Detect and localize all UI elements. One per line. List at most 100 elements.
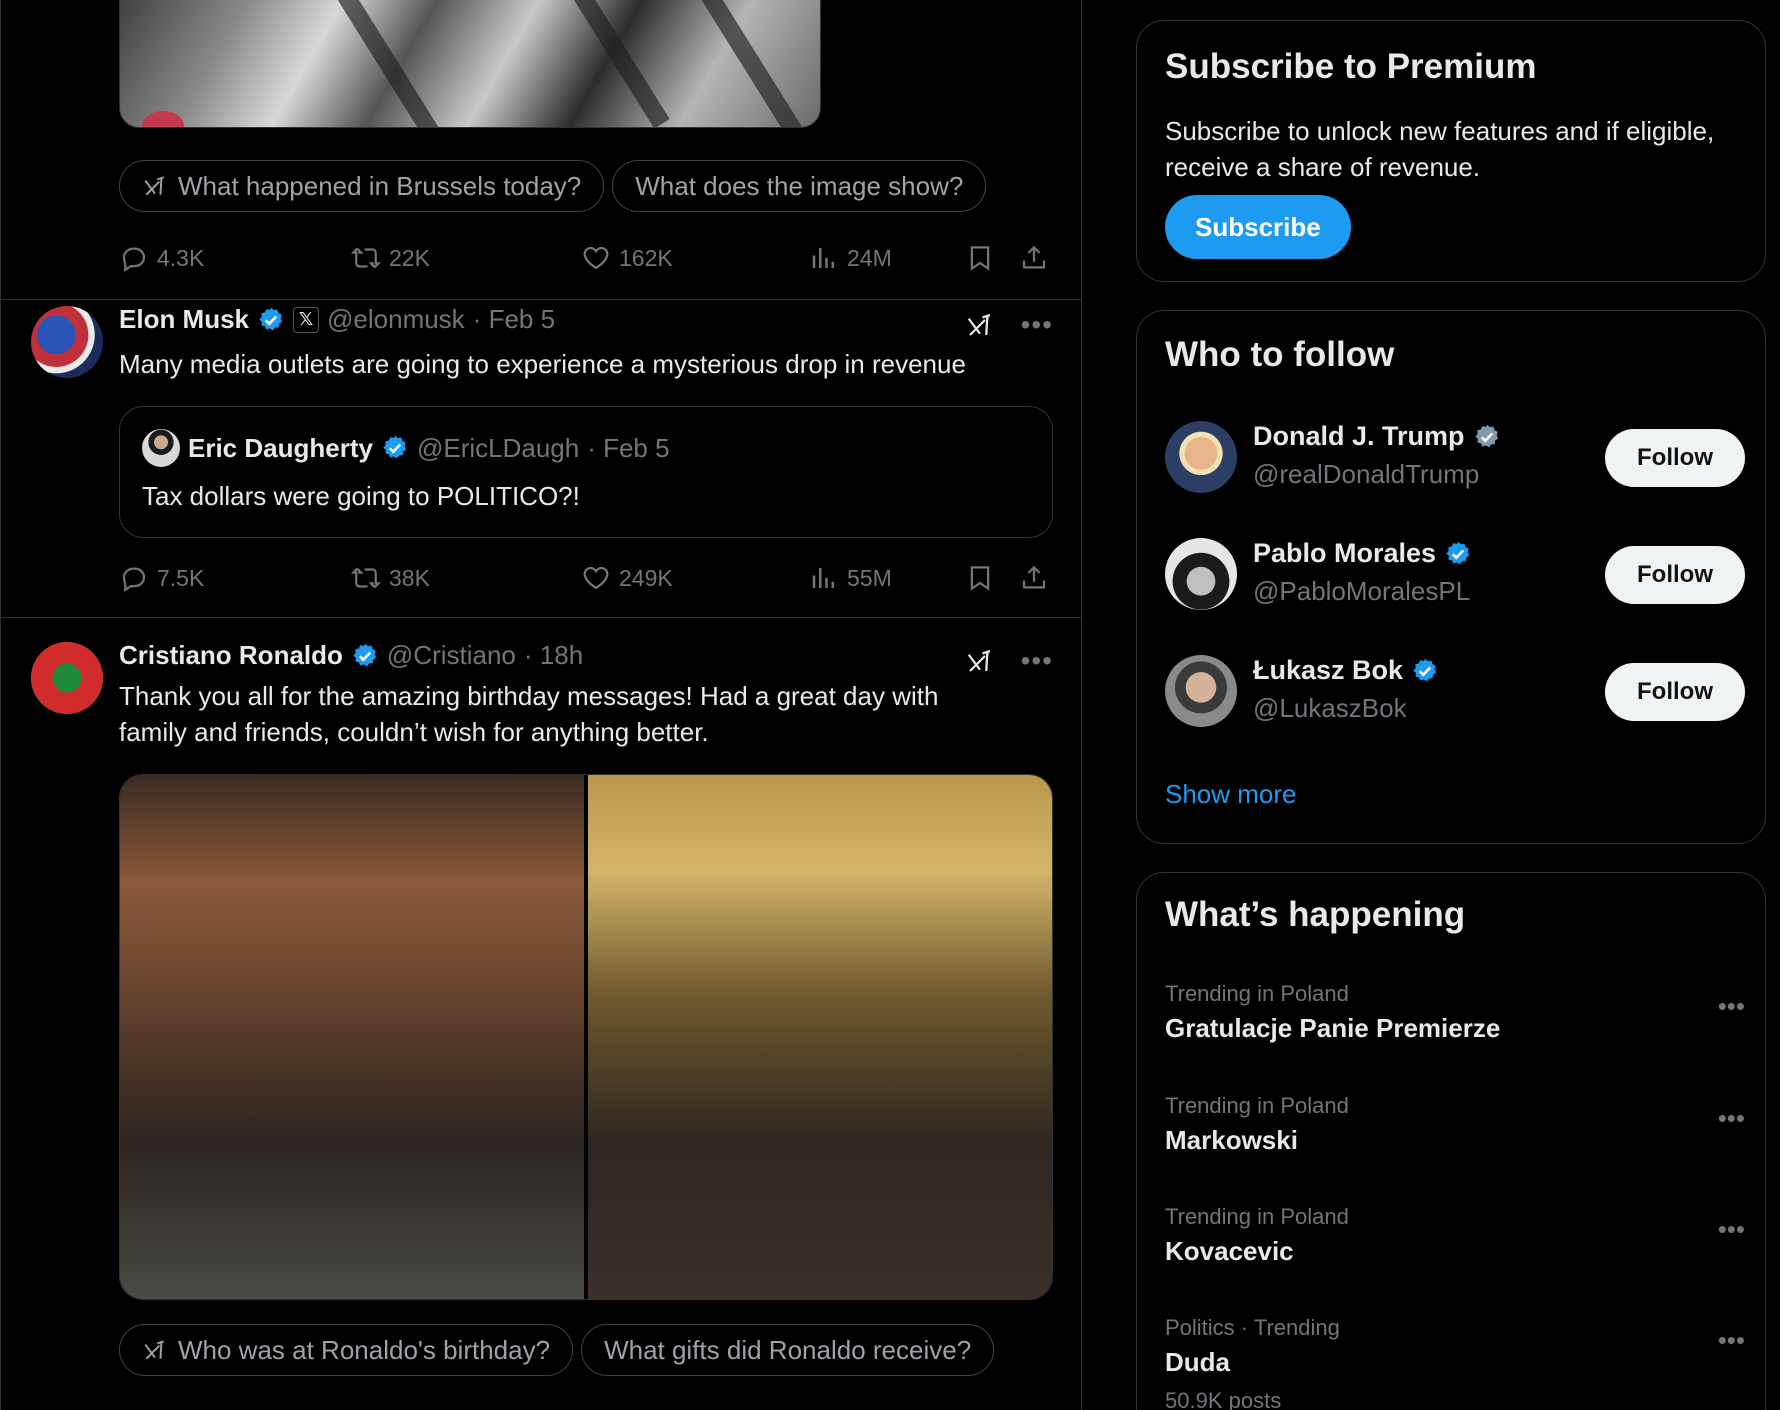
grok-icon bbox=[142, 173, 168, 199]
tweet-header: Cristiano Ronaldo @Cristiano · 18h bbox=[119, 640, 583, 671]
views-icon bbox=[809, 563, 839, 593]
bookmark-icon bbox=[965, 243, 995, 273]
grok-suggestion-chip[interactable]: What gifts did Ronaldo receive? bbox=[581, 1324, 995, 1376]
follow-suggestion[interactable]: Pablo Morales @PabloMoralesPL Follow bbox=[1165, 538, 1745, 618]
trend-post-count: 50.9K posts bbox=[1165, 1388, 1282, 1410]
bookmark-icon bbox=[965, 563, 995, 593]
who-to-follow-title: Who to follow bbox=[1165, 335, 1395, 374]
bookmark-button[interactable] bbox=[965, 558, 995, 598]
grok-suggestion-chip[interactable]: What happened in Brussels today? bbox=[119, 160, 605, 212]
chip-label: What gifts did Ronaldo receive? bbox=[604, 1334, 972, 1365]
reply-button[interactable] bbox=[119, 1402, 149, 1410]
grok-suggestion-chip[interactable]: Who was at Ronaldo's birthday? bbox=[119, 1324, 574, 1376]
like-count: 162K bbox=[619, 244, 673, 271]
follow-button[interactable]: Follow bbox=[1605, 663, 1745, 721]
follow-suggestion[interactable]: Donald J. Trump @realDonaldTrump Follow bbox=[1165, 421, 1745, 501]
tweet[interactable]: Elon Musk 𝕏 @elonmusk · Feb 5 ••• Many m… bbox=[1, 282, 1081, 618]
bookmark-button[interactable] bbox=[965, 238, 995, 278]
trend-context: Trending in Poland bbox=[1165, 1204, 1349, 1229]
account-handle: @PabloMoralesPL bbox=[1253, 576, 1471, 606]
views-button[interactable] bbox=[809, 1402, 839, 1410]
quoted-tweet-text: Tax dollars were going to POLITICO?! bbox=[142, 481, 580, 511]
follow-suggestion[interactable]: Łukasz Bok @LukaszBok Follow bbox=[1165, 655, 1745, 735]
whats-happening-title: What’s happening bbox=[1165, 895, 1466, 934]
reply-count: 7.5K bbox=[157, 564, 205, 591]
author-handle[interactable]: @elonmusk bbox=[327, 304, 465, 335]
more-options-icon[interactable]: ••• bbox=[1718, 1325, 1745, 1356]
tweet-photo[interactable] bbox=[120, 775, 584, 1299]
author-handle[interactable]: @Cristiano bbox=[387, 640, 516, 671]
grok-icon[interactable] bbox=[965, 310, 995, 340]
share-icon bbox=[1019, 243, 1049, 273]
account-name: Donald J. Trump bbox=[1253, 421, 1465, 451]
trend-topic: Gratulacje Panie Premierze bbox=[1165, 1013, 1501, 1043]
more-options-icon[interactable]: ••• bbox=[1718, 1103, 1745, 1134]
like-button[interactable] bbox=[581, 1402, 611, 1410]
grok-suggestions: Who was at Ronaldo's birthday? What gift… bbox=[119, 1324, 995, 1376]
tweet-actions bbox=[119, 1402, 1051, 1410]
chip-label: What happened in Brussels today? bbox=[178, 170, 582, 201]
tweet-text-line: family and friends, couldn’t wish for an… bbox=[119, 717, 709, 747]
trend-item[interactable]: Trending in Poland Gratulacje Panie Prem… bbox=[1165, 981, 1745, 1044]
reply-button[interactable]: 7.5K bbox=[119, 558, 204, 598]
tweet-top-actions: ••• bbox=[965, 646, 1053, 676]
tweet-text-line: Thank you all for the amazing birthday m… bbox=[119, 681, 939, 711]
tweet-image[interactable] bbox=[119, 0, 821, 128]
account-name: Łukasz Bok bbox=[1253, 655, 1404, 685]
repost-button[interactable]: 38K bbox=[351, 558, 430, 598]
like-button[interactable]: 162K bbox=[581, 238, 673, 278]
quoted-author-name[interactable]: Eric Daugherty bbox=[188, 433, 373, 464]
trend-item[interactable]: Trending in Poland Markowski ••• bbox=[1165, 1093, 1745, 1156]
views-button[interactable]: 55M bbox=[809, 558, 892, 598]
tweet-time[interactable]: · Feb 5 bbox=[473, 304, 555, 335]
tweet[interactable]: Cristiano Ronaldo @Cristiano · 18h ••• T… bbox=[1, 618, 1081, 1410]
subscribe-button[interactable]: Subscribe bbox=[1165, 195, 1351, 259]
avatar[interactable] bbox=[1165, 538, 1237, 610]
share-button[interactable] bbox=[1019, 238, 1049, 278]
chip-label: What does the image show? bbox=[635, 170, 964, 201]
reply-icon bbox=[119, 243, 149, 273]
avatar[interactable] bbox=[31, 306, 103, 378]
grok-suggestion-chip[interactable]: What does the image show? bbox=[612, 160, 987, 212]
follow-button[interactable]: Follow bbox=[1605, 546, 1745, 604]
repost-count: 22K bbox=[389, 244, 430, 271]
tweet-photo[interactable] bbox=[588, 775, 1052, 1299]
more-options-icon[interactable]: ••• bbox=[1021, 647, 1053, 675]
avatar[interactable] bbox=[142, 429, 180, 467]
author-name[interactable]: Cristiano Ronaldo bbox=[119, 640, 343, 671]
affiliate-badge-icon: 𝕏 bbox=[293, 306, 320, 333]
avatar[interactable] bbox=[31, 642, 103, 714]
trend-topic: Duda bbox=[1165, 1347, 1230, 1377]
grok-icon[interactable] bbox=[965, 646, 995, 676]
repost-button[interactable]: 22K bbox=[351, 238, 430, 278]
suggestion-name: Łukasz Bok bbox=[1253, 655, 1439, 686]
author-name[interactable]: Elon Musk bbox=[119, 304, 249, 335]
reply-button[interactable]: 4.3K bbox=[119, 238, 204, 278]
more-options-icon[interactable]: ••• bbox=[1718, 1214, 1745, 1245]
view-count: 55M bbox=[847, 564, 892, 591]
tweet-text: Many media outlets are going to experien… bbox=[119, 349, 966, 379]
more-options-icon[interactable]: ••• bbox=[1718, 991, 1745, 1022]
trend-item[interactable]: Trending in Poland Kovacevic ••• bbox=[1165, 1204, 1745, 1267]
avatar[interactable] bbox=[1165, 655, 1237, 727]
tweet-time[interactable]: · 18h bbox=[524, 640, 583, 671]
heart-icon bbox=[581, 563, 611, 593]
repost-button[interactable] bbox=[351, 1402, 381, 1410]
trend-item[interactable]: Politics · Trending Duda 50.9K posts ••• bbox=[1165, 1315, 1745, 1410]
views-button[interactable]: 24M bbox=[809, 238, 892, 278]
follow-button[interactable]: Follow bbox=[1605, 429, 1745, 487]
premium-card: Subscribe to Premium Subscribe to unlock… bbox=[1136, 20, 1766, 282]
timeline-feed: What happened in Brussels today? What do… bbox=[0, 0, 1082, 1410]
quoted-tweet-time: · Feb 5 bbox=[587, 432, 670, 463]
quoted-author-handle[interactable]: @EricLDaugh bbox=[417, 433, 579, 464]
avatar[interactable] bbox=[1165, 421, 1237, 493]
share-icon bbox=[1019, 563, 1049, 593]
like-button[interactable]: 249K bbox=[581, 558, 673, 598]
tweet[interactable]: What happened in Brussels today? What do… bbox=[1, 0, 1081, 300]
share-button[interactable] bbox=[1019, 558, 1049, 598]
view-count: 24M bbox=[847, 244, 892, 271]
trend-topic: Markowski bbox=[1165, 1125, 1298, 1155]
more-options-icon[interactable]: ••• bbox=[1021, 311, 1053, 339]
show-more-link[interactable]: Show more bbox=[1165, 779, 1297, 810]
quoted-tweet[interactable]: Eric Daugherty @EricLDaugh · Feb 5 Tax d… bbox=[119, 406, 1053, 538]
